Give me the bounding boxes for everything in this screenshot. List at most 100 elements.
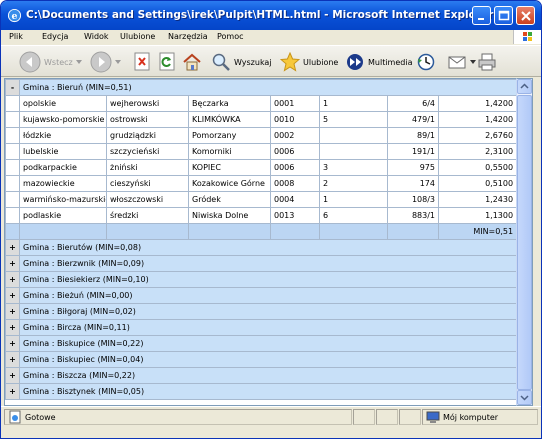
toolbar: Wstecz Wyszukaj Ulubione Multimedia [1, 45, 541, 77]
table-cell: 0001 [270, 95, 320, 112]
vertical-scrollbar[interactable] [516, 78, 533, 406]
status-cell-2 [353, 409, 375, 425]
group-summary-value: MIN=0,51 [437, 223, 516, 240]
table-cell: szczycieński [106, 143, 189, 160]
group-expand-button[interactable]: + [5, 255, 20, 272]
table-cell: lubelskie [19, 143, 107, 160]
group-expand-button[interactable]: + [5, 351, 20, 368]
table-row: warmińsko-mazurskie włoszczowski Gródek 000… [5, 191, 516, 208]
group-label: Gmina : Bierutów (MIN=0,08) [18, 239, 516, 256]
chevron-down-icon [470, 60, 476, 64]
browser-window: e C:\Documents and Settings\irek\Pulpit\… [0, 0, 542, 439]
table-cell: Komorniki [188, 143, 271, 160]
table-row: podlaskie średzki Niwiska Dolne 0013 6 883/1 1… [5, 207, 516, 224]
search-button[interactable]: Wyszukaj [211, 50, 272, 74]
chevron-up-icon [520, 83, 529, 89]
scroll-thumb[interactable] [517, 95, 532, 390]
table-cell: włoszczowski [106, 191, 189, 208]
table-row: łódzkie grudziądzki Pomorzany 0002 89/1 2,676… [5, 127, 516, 144]
group-expand-button[interactable]: + [5, 303, 20, 320]
menu-item-plik[interactable]: Plik [9, 32, 23, 41]
group-expand-button[interactable]: + [5, 367, 20, 384]
zone-text: Mój komputer [443, 412, 499, 422]
home-button[interactable] [182, 50, 202, 74]
table-cell: 174 [387, 175, 439, 192]
close-button[interactable] [516, 6, 535, 25]
table-cell: 1 [319, 191, 388, 208]
back-label: Wstecz [44, 57, 73, 67]
status-bar: Gotowe Mój komputer [1, 406, 541, 426]
menu-item-narzedzia[interactable]: Narzędzia [168, 32, 208, 41]
table-cell: podlaskie [19, 207, 107, 224]
svg-text:e: e [12, 11, 18, 22]
refresh-button[interactable] [158, 50, 176, 74]
scroll-up-button[interactable] [517, 79, 532, 94]
group-expand-button[interactable]: + [5, 271, 20, 288]
print-button[interactable] [477, 50, 497, 74]
multimedia-button[interactable]: Multimedia [345, 50, 412, 74]
favorites-button[interactable]: Ulubione [280, 50, 338, 74]
table-cell: 5 [319, 111, 388, 128]
menu-item-edycja[interactable]: Edycja [42, 32, 68, 41]
table-cell: 883/1 [387, 207, 439, 224]
group-row-collapsed: + Gmina : Biskupiec (MIN=0,04) [5, 351, 516, 368]
table-cell: 1,1300 [437, 207, 516, 224]
forward-arrow-icon [90, 51, 112, 73]
stop-button[interactable] [133, 50, 151, 74]
group-expand-button[interactable]: + [5, 383, 20, 400]
search-label: Wyszukaj [234, 57, 272, 67]
table-cell: 0006 [270, 159, 320, 176]
table-cell: 0004 [270, 191, 320, 208]
group-expand-button[interactable]: + [5, 319, 20, 336]
group-label: Gmina : Bircza (MIN=0,11) [18, 319, 516, 336]
history-icon [417, 53, 435, 71]
refresh-icon [159, 52, 175, 71]
multimedia-label: Multimedia [368, 57, 413, 67]
group-label: Gmina : Biskupiec (MIN=0,04) [18, 351, 516, 368]
window-bottom-edge [1, 426, 541, 438]
close-icon [521, 11, 531, 21]
menu-item-pomoc[interactable]: Pomoc [217, 32, 244, 41]
group-expand-button[interactable]: + [5, 335, 20, 352]
table-cell: Bęczarka [188, 95, 271, 112]
scroll-down-button[interactable] [517, 390, 532, 405]
table-cell: Gródek [188, 191, 271, 208]
group-label: Gmina : Biesiekierz (MIN=0,10) [18, 271, 516, 288]
minimize-icon [478, 18, 484, 20]
maximize-button[interactable] [494, 6, 513, 25]
group-label: Gmina : Biskupice (MIN=0,22) [18, 335, 516, 352]
row-indent-cell [5, 207, 20, 224]
table-cell: 1,2430 [437, 191, 516, 208]
table-cell: wejherowski [106, 95, 189, 112]
group-expand-button[interactable]: + [5, 287, 20, 304]
group-toggle-button[interactable]: - [5, 79, 20, 96]
table-cell [319, 143, 388, 160]
title-bar[interactable]: e C:\Documents and Settings\irek\Pulpit\… [1, 1, 541, 30]
table-cell: 2,6760 [437, 127, 516, 144]
table-cell: 191/1 [387, 143, 439, 160]
menu-item-ulubione[interactable]: Ulubione [120, 32, 155, 41]
mail-button[interactable] [447, 50, 476, 74]
table-cell: 1,4200 [437, 111, 516, 128]
menu-item-widok[interactable]: Widok [84, 32, 109, 41]
data-table: - Gmina : Bieruń (MIN=0,51) opolskie wejh… [5, 79, 516, 400]
forward-button[interactable] [90, 50, 121, 74]
back-button[interactable]: Wstecz [19, 50, 82, 74]
menu-bar: Plik Edycja Widok Ulubione Narzędzia Pom… [1, 30, 541, 45]
chevron-down-icon [115, 60, 121, 64]
group-label: Gmina : Bisztynek (MIN=0,05) [18, 383, 516, 400]
group-expand-button[interactable]: + [5, 239, 20, 256]
group-row-collapsed: + Gmina : Biesiekierz (MIN=0,10) [5, 271, 516, 288]
status-cell-4 [399, 409, 421, 425]
history-button[interactable] [416, 50, 436, 74]
minimize-button[interactable] [472, 6, 491, 25]
table-row: mazowieckie cieszyński Kozakowice Górne 000… [5, 175, 516, 192]
group-row-collapsed: + Gmina : Bierzwnik (MIN=0,09) [5, 255, 516, 272]
table-cell: 108/3 [387, 191, 439, 208]
group-row-collapsed: + Gmina : Biłgoraj (MIN=0,02) [5, 303, 516, 320]
table-cell: ostrowski [106, 111, 189, 128]
table-cell: 89/1 [387, 127, 439, 144]
table-cell: Pomorzany [188, 127, 271, 144]
group-label: Gmina : Biłgoraj (MIN=0,02) [18, 303, 516, 320]
table-cell: 0,5100 [437, 175, 516, 192]
